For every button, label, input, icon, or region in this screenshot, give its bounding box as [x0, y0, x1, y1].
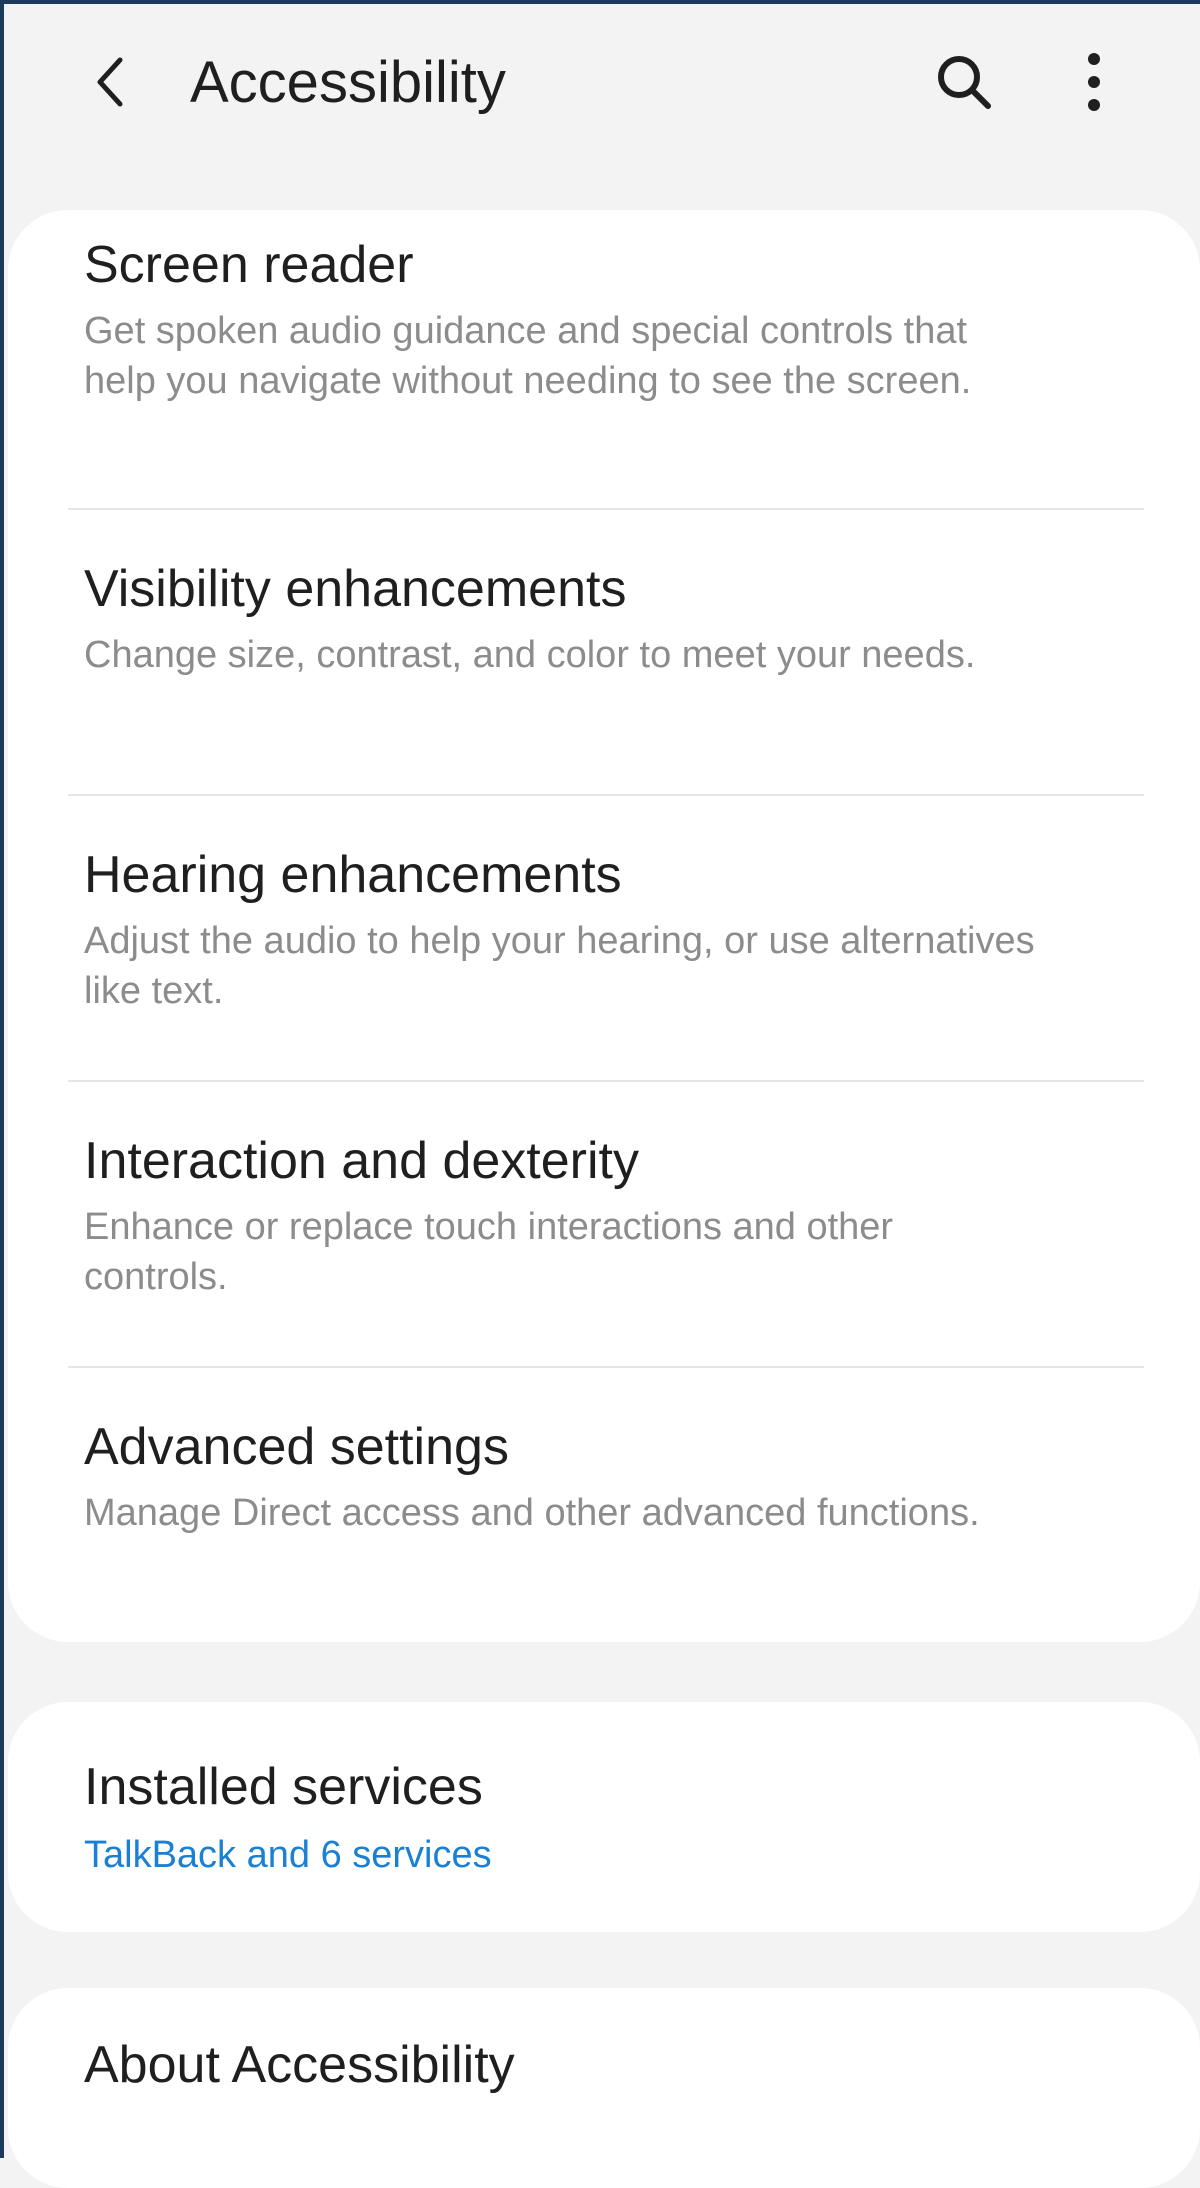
item-description: Get spoken audio guidance and special co…	[84, 310, 972, 402]
installed-services-summary: TalkBack and 6 services	[84, 1834, 492, 1876]
list-item-screen-reader[interactable]: Screen reader Get spoken audio guidance …	[8, 210, 1200, 508]
item-title: Screen reader	[84, 236, 414, 294]
item-title: Installed services	[84, 1758, 483, 1816]
item-title: About Accessibility	[84, 2036, 515, 2094]
item-title: Visibility enhancements	[84, 560, 627, 618]
more-options-button[interactable]	[1054, 42, 1134, 122]
item-title: Hearing enhancements	[84, 846, 622, 904]
more-vertical-icon	[1088, 53, 1100, 111]
item-description: Enhance or replace touch interactions an…	[84, 1206, 894, 1298]
list-item-installed-services[interactable]: Installed services TalkBack and 6 servic…	[8, 1702, 1200, 1932]
app-bar: Accessibility	[0, 4, 1200, 154]
list-item-interaction-and-dexterity[interactable]: Interaction and dexterity Enhance or rep…	[8, 1082, 1200, 1366]
installed-services-card: Installed services TalkBack and 6 servic…	[8, 1702, 1200, 1932]
item-title: Interaction and dexterity	[84, 1132, 639, 1190]
list-item-visibility-enhancements[interactable]: Visibility enhancements Change size, con…	[8, 510, 1200, 794]
page-title: Accessibility	[190, 50, 506, 115]
item-description: Change size, contrast, and color to meet…	[84, 634, 976, 676]
window-frame-left	[0, 0, 4, 2158]
item-description: Adjust the audio to help your hearing, o…	[84, 920, 1035, 1012]
accessibility-categories-card: Screen reader Get spoken audio guidance …	[8, 210, 1200, 1642]
search-button[interactable]	[924, 42, 1004, 122]
list-item-advanced-settings[interactable]: Advanced settings Manage Direct access a…	[8, 1368, 1200, 1642]
list-item-hearing-enhancements[interactable]: Hearing enhancements Adjust the audio to…	[8, 796, 1200, 1080]
about-accessibility-card: About Accessibility	[8, 1988, 1200, 2188]
list-item-about-accessibility[interactable]: About Accessibility	[8, 1988, 1200, 2188]
item-description: Manage Direct access and other advanced …	[84, 1492, 980, 1534]
item-title: Advanced settings	[84, 1418, 509, 1476]
search-icon	[938, 56, 991, 109]
back-button[interactable]	[78, 42, 142, 122]
chevron-left-icon	[97, 57, 123, 107]
